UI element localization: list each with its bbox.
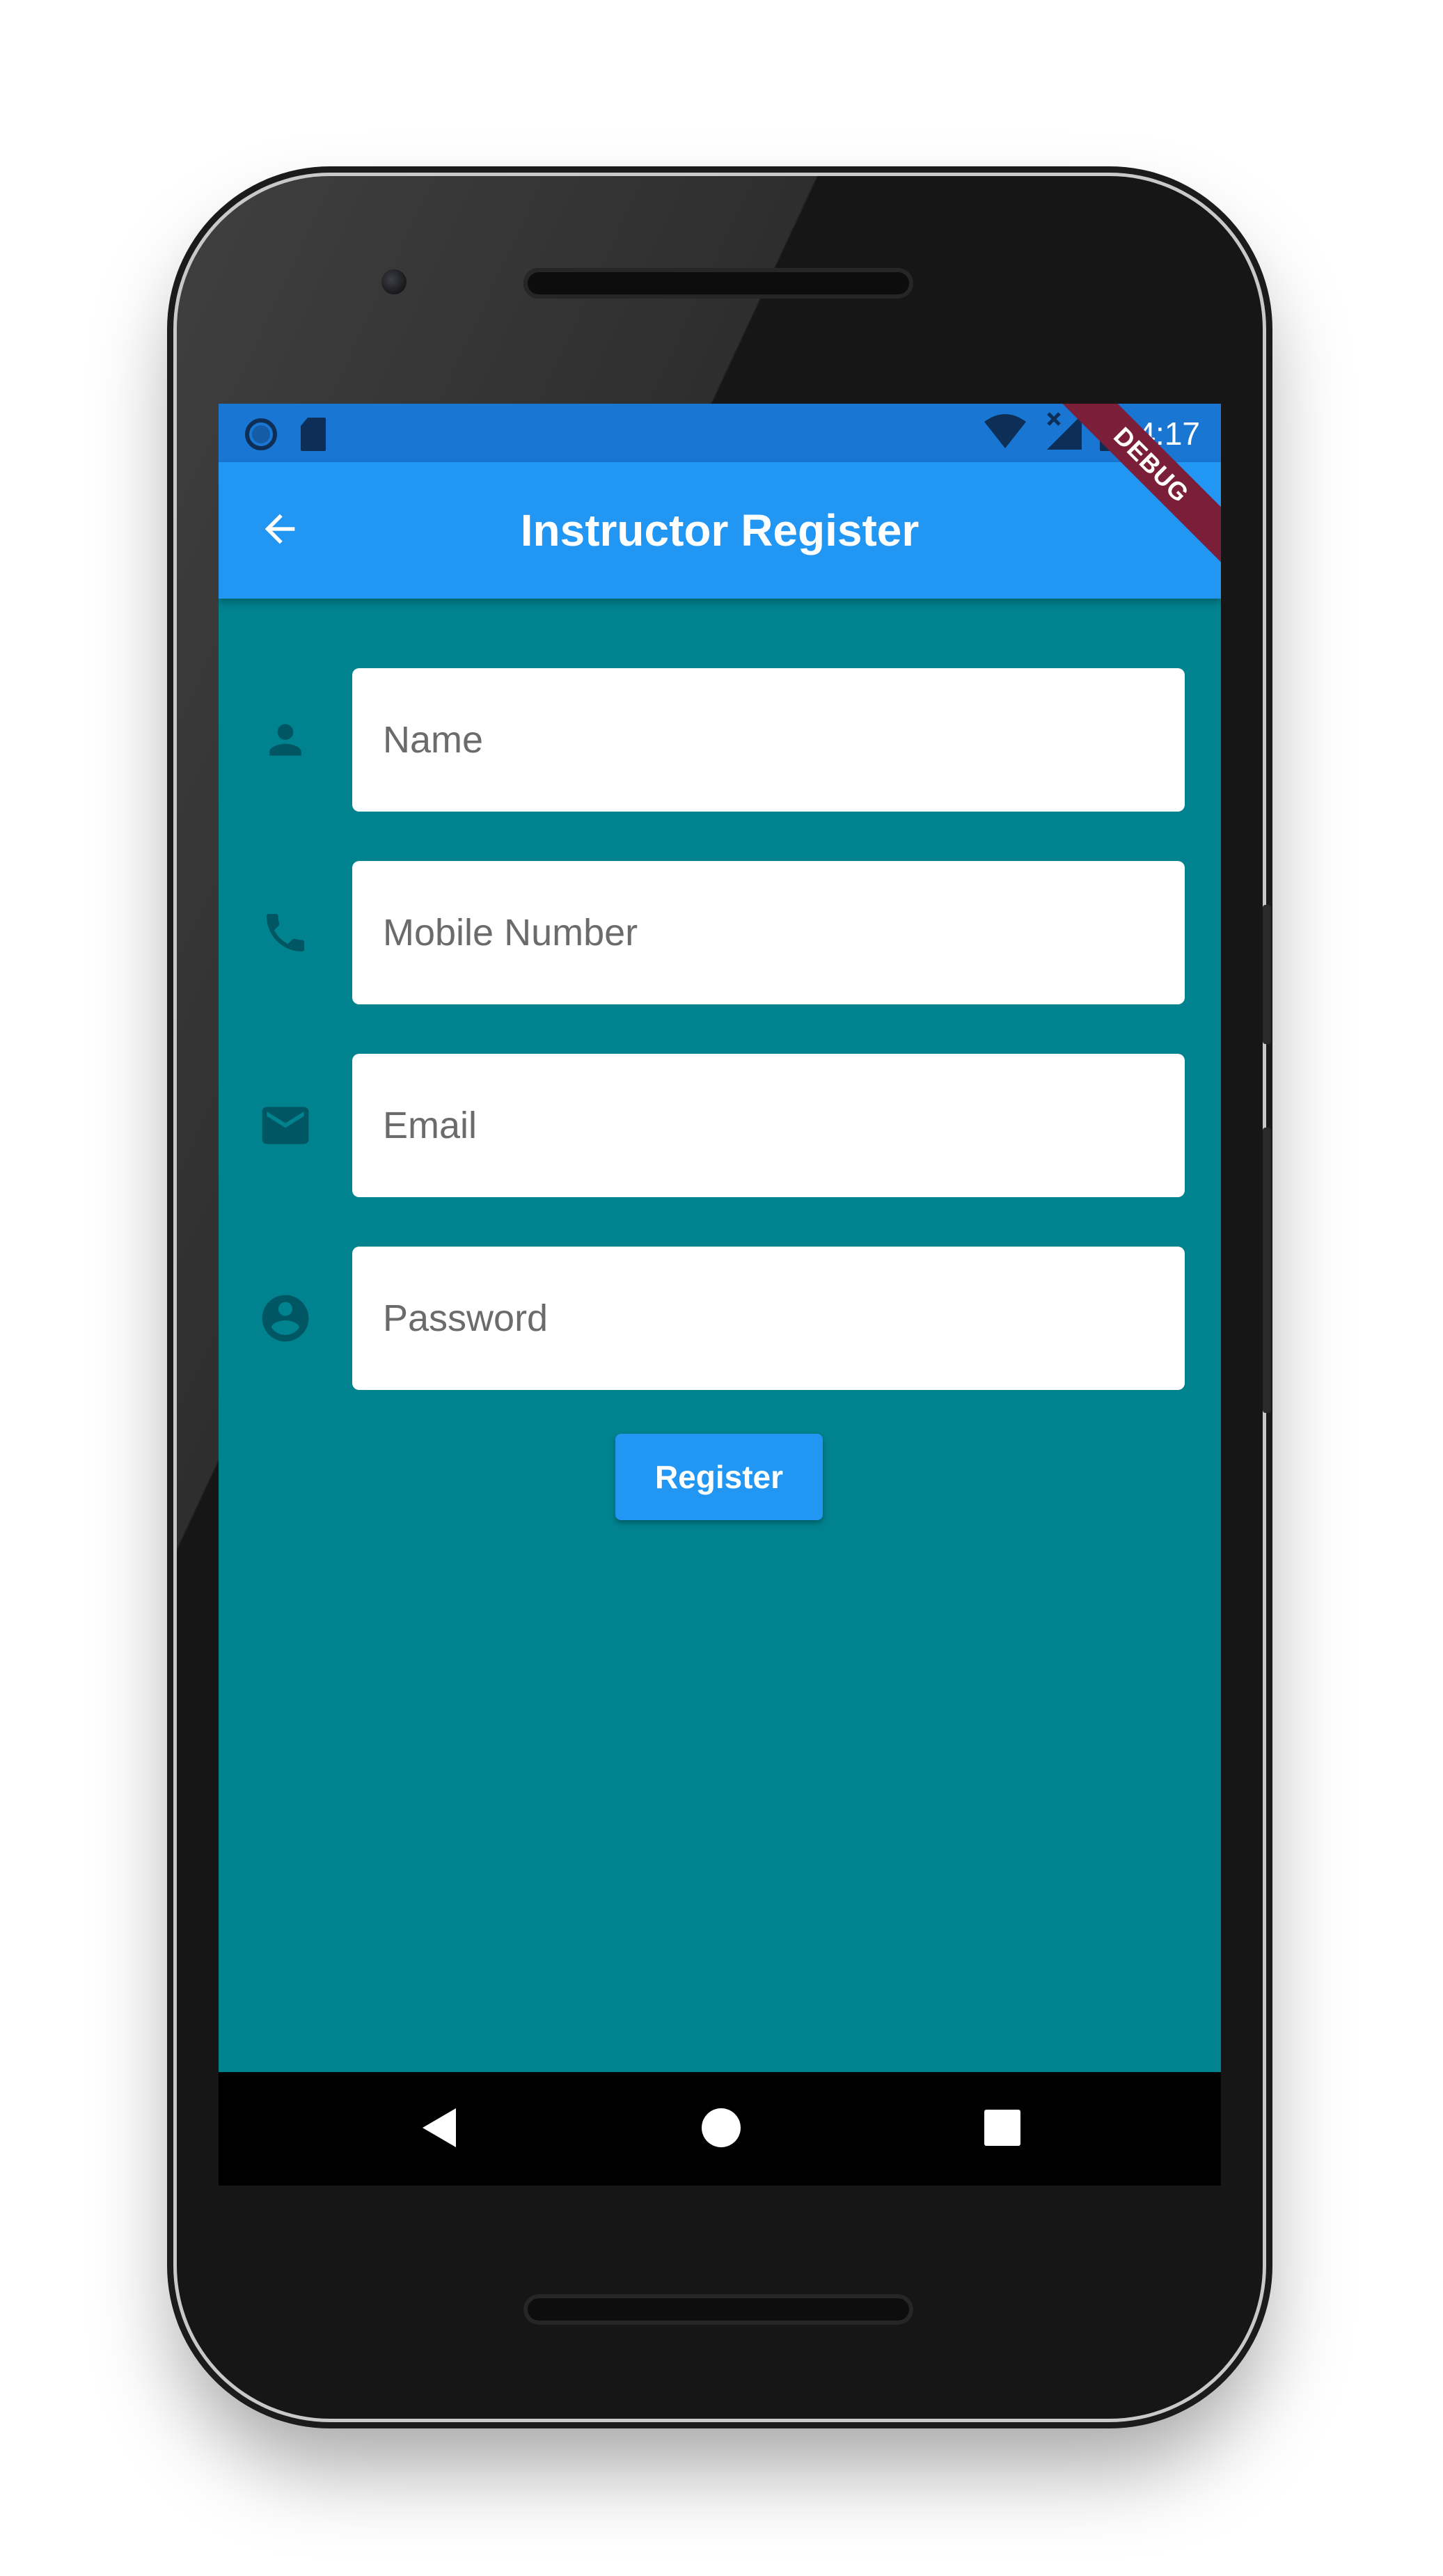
email-field[interactable] (352, 1054, 1185, 1197)
nav-back-icon (420, 2105, 460, 2154)
page-title: Instructor Register (520, 505, 920, 555)
password-row (219, 1247, 1221, 1390)
nav-home-icon (699, 2105, 743, 2154)
name-field[interactable] (352, 668, 1185, 812)
nav-recents-icon (983, 2108, 1022, 2151)
mobile-number-input[interactable] (352, 861, 1185, 1004)
email-icon (258, 1098, 313, 1153)
nav-home-button[interactable] (692, 2100, 750, 2158)
wifi-icon (983, 413, 1027, 453)
phone-icon (258, 905, 313, 961)
name-row (219, 668, 1221, 812)
top-speaker (523, 268, 913, 299)
arrow-back-icon (258, 507, 302, 555)
sd-card-icon (299, 416, 327, 456)
nav-back-button[interactable] (411, 2100, 469, 2158)
register-button[interactable]: Register (615, 1434, 823, 1520)
front-camera (381, 269, 407, 294)
back-button[interactable] (255, 505, 305, 555)
power-button (1263, 1128, 1271, 1413)
bottom-speaker (523, 2294, 913, 2325)
password-input[interactable] (352, 1247, 1185, 1390)
nav-recents-button[interactable] (973, 2100, 1032, 2158)
person-icon (258, 712, 313, 768)
email-row (219, 1054, 1221, 1197)
page: 4:17 Instructor Register DEBUG Name Mobi… (0, 0, 1443, 2576)
mobile-number-field[interactable] (352, 861, 1185, 1004)
password-field[interactable] (352, 1247, 1185, 1390)
name-input[interactable] (352, 668, 1185, 812)
status-left-icons (244, 416, 327, 456)
mobile-row (219, 861, 1221, 1004)
volume-button (1263, 905, 1271, 1044)
circle-notification-icon (244, 417, 278, 455)
email-input[interactable] (352, 1054, 1185, 1197)
screen: 4:17 Instructor Register DEBUG Name Mobi… (219, 404, 1221, 2186)
navigation-bar (219, 2072, 1221, 2186)
app-bar: Instructor Register (219, 462, 1221, 599)
account-circle-icon (258, 1290, 313, 1346)
